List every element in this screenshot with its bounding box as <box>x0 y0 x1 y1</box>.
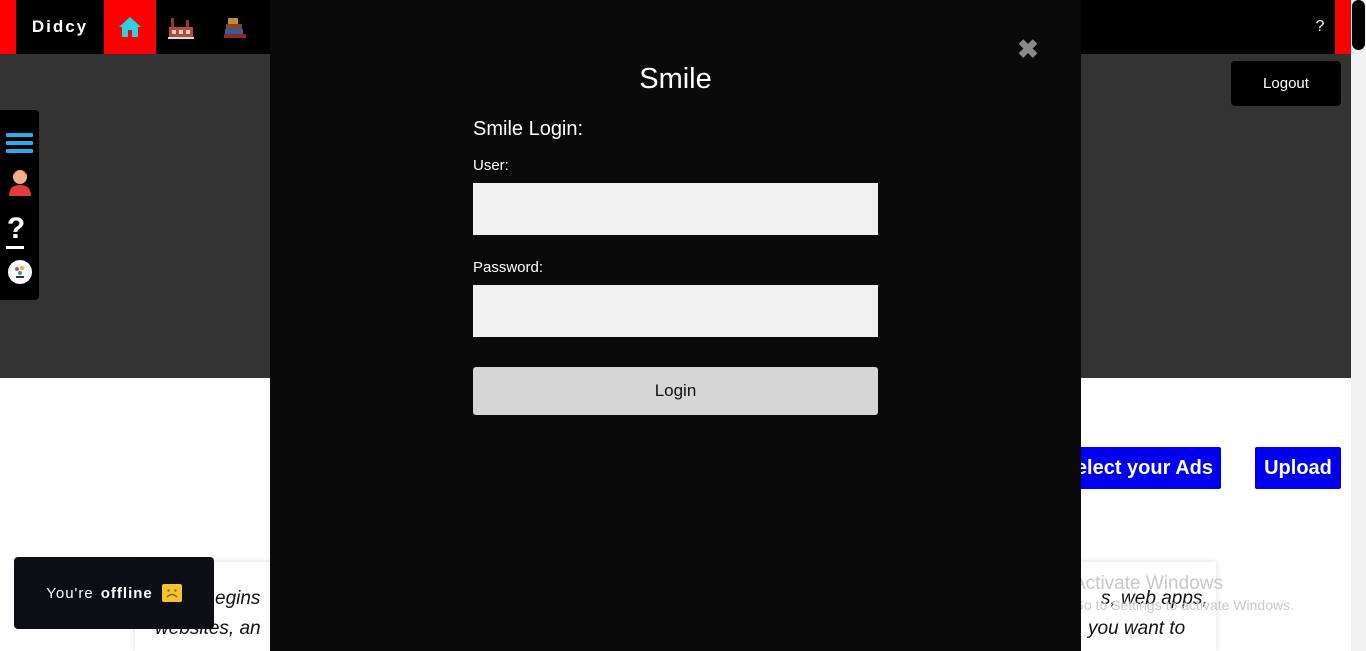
user-label: User: <box>473 157 509 174</box>
offline-toast-status: offline <box>100 584 153 602</box>
page-scrollbar[interactable] <box>1351 0 1366 651</box>
close-icon[interactable]: ✖ <box>1014 35 1042 63</box>
offline-toast-prefix: You're <box>46 584 94 602</box>
upload-button[interactable]: Upload <box>1255 447 1341 489</box>
select-ads-button[interactable]: elect your Ads <box>1062 447 1221 489</box>
menu-icon[interactable] <box>6 132 33 154</box>
user-avatar-icon[interactable] <box>7 168 33 196</box>
login-button[interactable]: Login <box>473 367 878 415</box>
intro-text-line1-left: egins <box>215 588 261 609</box>
login-heading: Smile Login: <box>473 118 584 140</box>
nav-books-button[interactable] <box>220 14 250 40</box>
logo-badge-icon[interactable] <box>7 259 33 285</box>
activation-watermark-subtitle: Go to Settings to activate Windows. <box>1073 597 1294 613</box>
offline-toast: You're offline <box>14 557 214 629</box>
logout-button[interactable]: Logout <box>1231 61 1341 106</box>
nav-accent-left <box>0 0 16 54</box>
password-input[interactable] <box>473 285 878 337</box>
help-icon[interactable]: ? <box>5 214 27 248</box>
modal-title: Smile <box>639 63 712 95</box>
help-link[interactable]: ? <box>1309 0 1331 54</box>
nav-accent-right <box>1335 0 1351 54</box>
intro-text-line2-right: you want to <box>1088 618 1186 639</box>
factory-icon <box>168 18 194 39</box>
sad-face-icon <box>161 584 182 602</box>
home-icon <box>119 17 141 37</box>
activation-watermark-title: Activate Windows <box>1073 573 1223 594</box>
nav-factory-button[interactable] <box>166 14 196 40</box>
password-label: Password: <box>473 259 544 276</box>
user-input[interactable] <box>473 183 878 235</box>
help-underline <box>6 246 24 249</box>
brand-logo[interactable]: Didcy <box>16 0 104 54</box>
side-toolbar: ? <box>0 110 39 300</box>
books-icon <box>224 18 246 38</box>
scrollbar-thumb[interactable] <box>1352 0 1365 50</box>
nav-home-button[interactable] <box>104 0 156 54</box>
